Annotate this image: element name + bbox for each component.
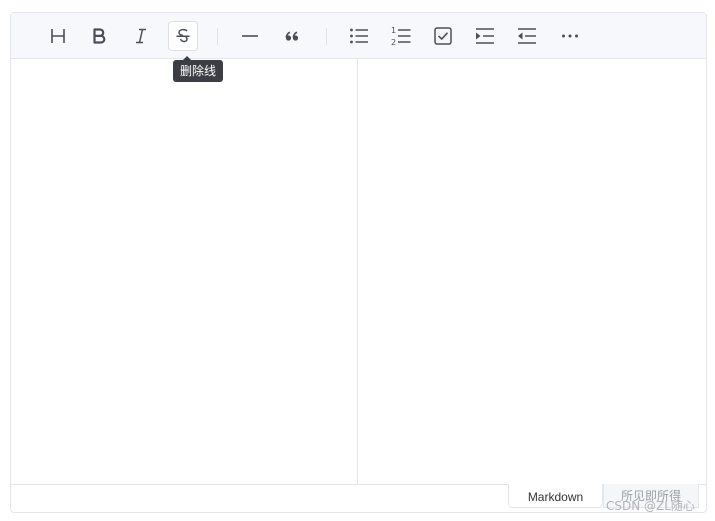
- bold-icon: [90, 27, 108, 45]
- indent-icon: [475, 27, 495, 45]
- ordered-list-button[interactable]: 1 2: [386, 21, 416, 51]
- horizontal-rule-button[interactable]: [235, 21, 265, 51]
- markdown-editing-pane[interactable]: [11, 59, 358, 485]
- strikethrough-icon: [174, 27, 192, 45]
- ordered-list-icon: 1 2: [391, 26, 411, 46]
- mode-switch-bar: Markdown 所见即所得: [11, 484, 706, 512]
- quote-button[interactable]: [277, 21, 307, 51]
- toolbar-separator: [326, 28, 327, 45]
- task-list-button[interactable]: [428, 21, 458, 51]
- bullet-list-button[interactable]: [344, 21, 374, 51]
- indent-button[interactable]: [470, 21, 500, 51]
- markdown-editor: 1 2 删除线 Markdown 所见即所得: [10, 12, 707, 513]
- bold-button[interactable]: [84, 21, 114, 51]
- preview-pane: [358, 59, 706, 485]
- toolbar-separator: [217, 28, 218, 45]
- heading-icon: [49, 27, 67, 45]
- wysiwyg-mode-tab[interactable]: 所见即所得: [603, 484, 699, 508]
- horizontal-rule-icon: [241, 27, 259, 45]
- svg-text:2: 2: [391, 38, 396, 46]
- bullet-list-icon: [349, 27, 369, 45]
- more-icon: [561, 27, 579, 45]
- italic-button[interactable]: [126, 21, 156, 51]
- more-button[interactable]: [555, 21, 585, 51]
- svg-text:1: 1: [391, 26, 396, 35]
- italic-icon: [132, 27, 150, 45]
- heading-button[interactable]: [43, 21, 73, 51]
- quote-icon: [283, 27, 301, 45]
- outdent-button[interactable]: [512, 21, 542, 51]
- outdent-icon: [517, 27, 537, 45]
- toolbar: 1 2: [11, 13, 706, 59]
- task-checkbox-icon: [434, 27, 452, 45]
- markdown-mode-tab[interactable]: Markdown: [508, 484, 603, 508]
- strikethrough-button[interactable]: [168, 21, 198, 51]
